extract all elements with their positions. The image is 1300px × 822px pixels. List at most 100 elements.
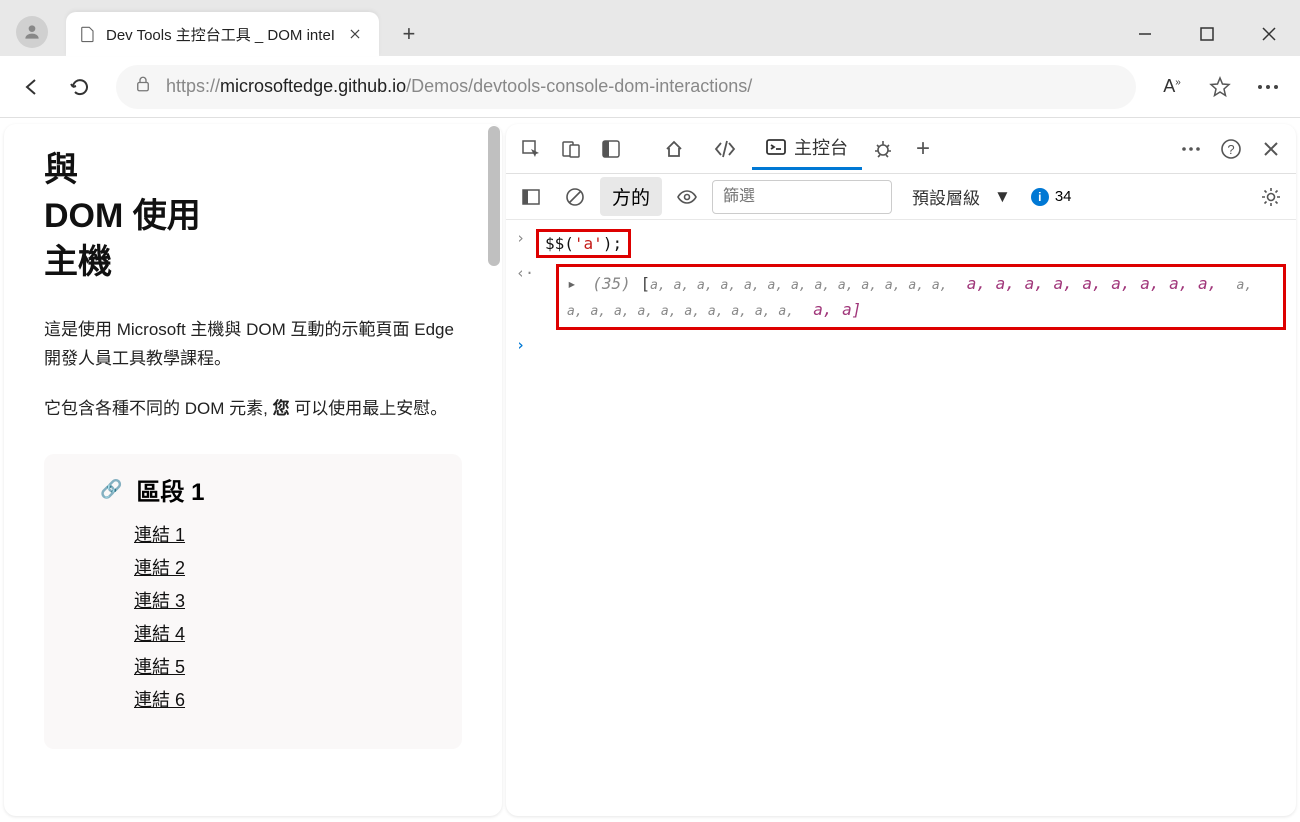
page-content-pane: 與 DOM 使用 主機 這是使用 Microsoft 主機與 DOM 互動的示範… bbox=[4, 124, 502, 816]
console-icon bbox=[766, 137, 786, 157]
close-window-button[interactable] bbox=[1238, 12, 1300, 56]
plus-icon: + bbox=[916, 135, 930, 163]
dock-button[interactable] bbox=[592, 130, 630, 168]
link-item[interactable]: 連結 4 bbox=[134, 620, 432, 646]
link-item[interactable]: 連結 3 bbox=[134, 587, 432, 613]
array-length: (35) bbox=[592, 274, 631, 293]
main-split: 與 DOM 使用 主機 這是使用 Microsoft 主機與 DOM 互動的示範… bbox=[0, 118, 1300, 822]
page-scrollbar[interactable] bbox=[488, 126, 500, 814]
cmd-string: 'a' bbox=[574, 234, 603, 253]
close-icon bbox=[1263, 141, 1279, 157]
sidebar-icon bbox=[521, 187, 541, 207]
link-list: 連結 1 連結 2 連結 3 連結 4 連結 5 連結 6 bbox=[134, 521, 432, 712]
link-item[interactable]: 連結 2 bbox=[134, 554, 432, 580]
read-aloud-button[interactable]: A» bbox=[1148, 63, 1196, 111]
svg-text:?: ? bbox=[1227, 142, 1234, 157]
link-item[interactable]: 連結 5 bbox=[134, 653, 432, 679]
issue-badge-icon: i bbox=[1031, 188, 1049, 206]
help-button[interactable]: ? bbox=[1212, 130, 1250, 168]
tab-console-label: 主控台 bbox=[794, 134, 848, 160]
live-expression-button[interactable] bbox=[668, 178, 706, 216]
back-button[interactable] bbox=[8, 63, 56, 111]
browser-tab[interactable]: Dev Tools 主控台工具 _ DOM inteI bbox=[66, 12, 379, 56]
profile-avatar[interactable] bbox=[16, 16, 48, 48]
refresh-button[interactable] bbox=[56, 63, 104, 111]
link-item[interactable]: 連結 6 bbox=[134, 686, 432, 712]
scrollbar-thumb[interactable] bbox=[488, 126, 500, 266]
tab-close-button[interactable] bbox=[343, 22, 367, 46]
result-highlight[interactable]: ▸ (35) [a, a, a, a, a, a, a, a, a, a, a,… bbox=[556, 264, 1286, 330]
tab-title: Dev Tools 主控台工具 _ DOM inteI bbox=[106, 24, 335, 45]
input-caret-icon: › bbox=[516, 229, 536, 247]
cmd-suffix: ); bbox=[603, 234, 622, 253]
clear-icon bbox=[565, 187, 585, 207]
console-settings-button[interactable] bbox=[1252, 178, 1290, 216]
address-bar[interactable]: https://microsoftedge.github.io/Demos/de… bbox=[116, 65, 1136, 109]
output-caret-icon: ‹· bbox=[516, 264, 536, 282]
home-icon bbox=[664, 139, 684, 159]
url-text: https://microsoftedge.github.io/Demos/de… bbox=[166, 76, 752, 97]
array-close: ] bbox=[852, 300, 862, 319]
section-1: 🔗 區段 1 連結 1 連結 2 連結 3 連結 4 連結 5 連結 6 bbox=[44, 454, 462, 749]
star-icon bbox=[1209, 76, 1231, 98]
heading-line-2: DOM 使用 bbox=[44, 197, 201, 235]
eye-icon bbox=[676, 186, 698, 208]
cmd-prefix: $$( bbox=[545, 234, 574, 253]
array-open: [ bbox=[640, 274, 650, 293]
add-tab-button[interactable]: + bbox=[904, 130, 942, 168]
minimize-icon bbox=[1138, 27, 1152, 41]
more-button[interactable] bbox=[1244, 63, 1292, 111]
page-body: 與 DOM 使用 主機 這是使用 Microsoft 主機與 DOM 互動的示範… bbox=[4, 124, 502, 773]
url-scheme: https:// bbox=[166, 76, 220, 96]
dock-icon bbox=[601, 139, 621, 159]
close-icon bbox=[1262, 27, 1276, 41]
console-input-row: › $$('a'); bbox=[516, 226, 1286, 261]
device-icon bbox=[561, 139, 581, 159]
more-icon bbox=[1257, 84, 1279, 90]
console-output[interactable]: › $$('a'); ‹· ▸ (35) [a, a, a, a, a, a, … bbox=[506, 220, 1296, 816]
console-output-row: ‹· ▸ (35) [a, a, a, a, a, a, a, a, a, a,… bbox=[516, 261, 1286, 333]
more-icon bbox=[1181, 146, 1201, 152]
window-controls bbox=[1114, 12, 1300, 56]
tab-debugger[interactable] bbox=[864, 130, 902, 168]
filter-input[interactable] bbox=[712, 180, 892, 214]
close-icon bbox=[348, 27, 362, 41]
tab-welcome[interactable] bbox=[650, 128, 698, 170]
url-path: /Demos/devtools-console-dom-interactions… bbox=[406, 76, 752, 96]
new-tab-button[interactable]: + bbox=[389, 14, 429, 54]
console-prompt-row[interactable]: › bbox=[516, 333, 1286, 357]
device-button[interactable] bbox=[552, 130, 590, 168]
context-selector[interactable]: 方的 bbox=[600, 177, 662, 216]
expand-icon[interactable]: ▸ bbox=[567, 274, 577, 293]
issues-count: 34 bbox=[1055, 188, 1072, 205]
devtools-more-button[interactable] bbox=[1172, 130, 1210, 168]
sidebar-toggle[interactable] bbox=[512, 178, 550, 216]
clear-console-button[interactable] bbox=[556, 178, 594, 216]
command-highlight: $$('a'); bbox=[536, 229, 631, 258]
minimize-button[interactable] bbox=[1114, 12, 1176, 56]
maximize-button[interactable] bbox=[1176, 12, 1238, 56]
lock-icon bbox=[134, 75, 152, 98]
level-label: 預設層級 bbox=[912, 184, 980, 209]
close-devtools-button[interactable] bbox=[1252, 130, 1290, 168]
section-heading: 🔗 區段 1 bbox=[134, 472, 432, 507]
link-item[interactable]: 連結 1 bbox=[134, 521, 432, 547]
arrow-left-icon bbox=[21, 76, 43, 98]
favorite-button[interactable] bbox=[1196, 63, 1244, 111]
tab-console[interactable]: 主控台 bbox=[752, 128, 862, 170]
inspect-icon bbox=[521, 139, 541, 159]
log-level-selector[interactable]: 預設層級 ▼ bbox=[912, 184, 1011, 209]
devtools-topbar: 主控台 + ? bbox=[506, 124, 1296, 174]
issues-indicator[interactable]: i 34 bbox=[1031, 188, 1072, 206]
array-items: a, a, a, a, a, a, a, a, a, a, a, a, a, bbox=[650, 278, 947, 293]
person-icon bbox=[22, 22, 42, 42]
chevron-down-icon: ▼ bbox=[994, 187, 1011, 207]
help-icon: ? bbox=[1220, 138, 1242, 160]
window-titlebar: Dev Tools 主控台工具 _ DOM inteI + bbox=[0, 0, 1300, 56]
prompt-caret-icon: › bbox=[516, 336, 536, 354]
tab-elements[interactable] bbox=[700, 128, 750, 170]
link-icon: 🔗 bbox=[100, 479, 122, 500]
page-para-1: 這是使用 Microsoft 主機與 DOM 互動的示範頁面 Edge 開發人員… bbox=[44, 316, 462, 374]
inspect-button[interactable] bbox=[512, 130, 550, 168]
page-heading: 與 DOM 使用 主機 bbox=[44, 148, 462, 286]
